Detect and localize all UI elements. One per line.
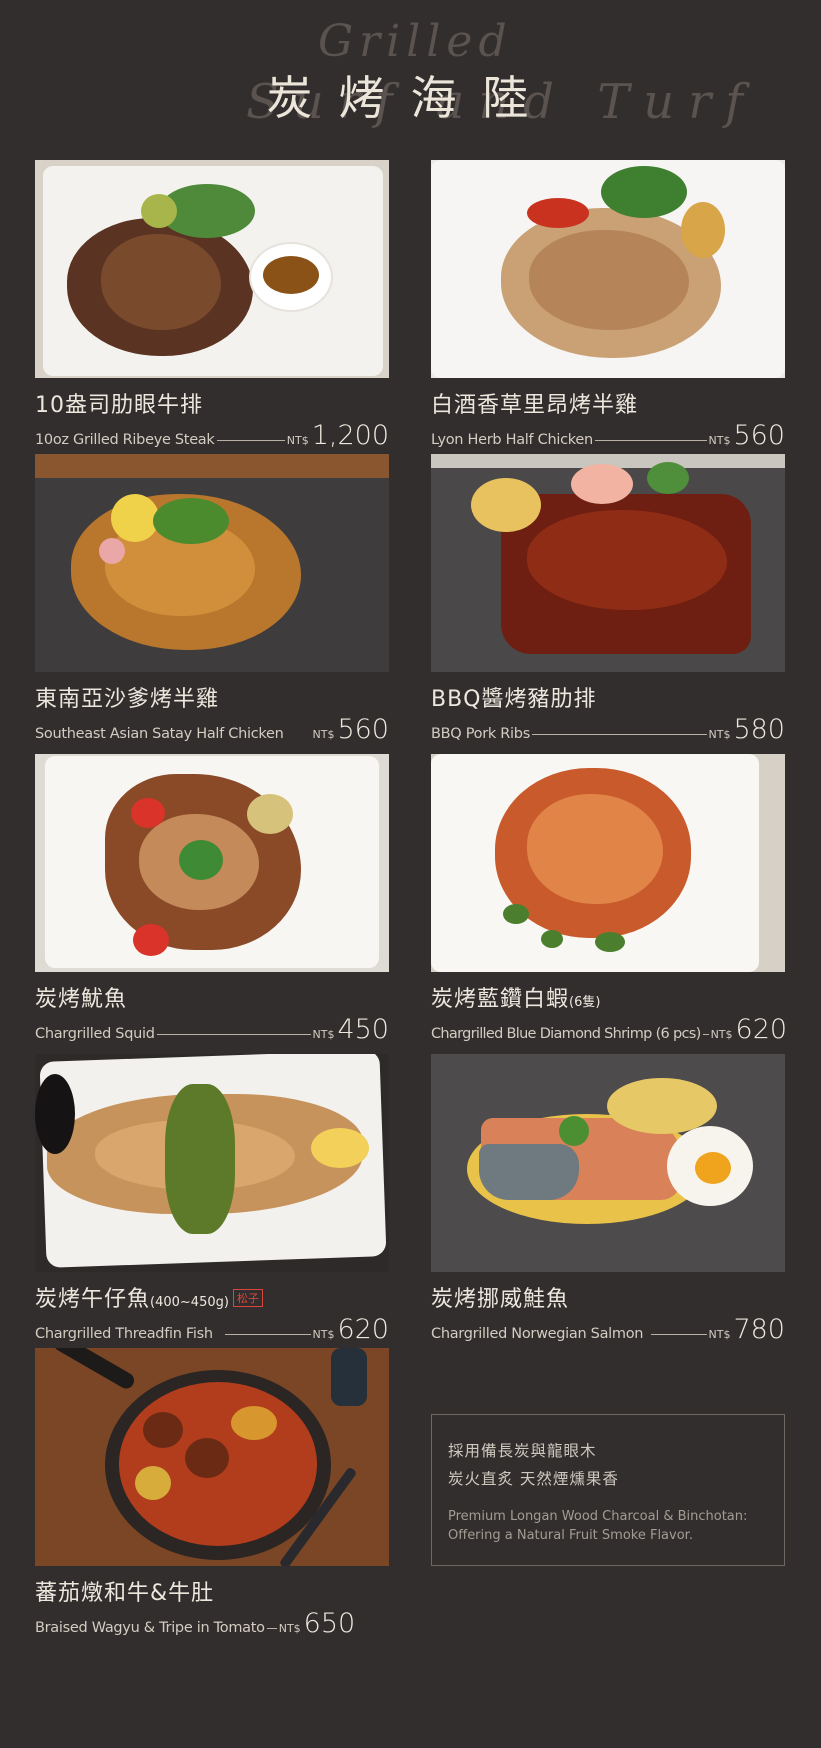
braised-wagyu-tripe-photo [35, 1348, 389, 1566]
item-name-en: BBQ Pork Ribs [431, 726, 530, 742]
item-price: 560 [733, 420, 785, 451]
info-zh-line-1: 採用備長炭與龍眼木 [448, 1442, 597, 1460]
item-name-en: Chargrilled Blue Diamond Shrimp (6 pcs) [431, 1026, 701, 1042]
item-name-en: Braised Wagyu & Tripe in Tomato [35, 1620, 265, 1636]
item-name-zh: 蕃茄燉和牛&牛肚 [35, 1581, 215, 1606]
chargrilled-squid-photo [35, 754, 389, 972]
currency-label: NT$ [708, 434, 731, 447]
item-name-zh: 白酒香草里昂烤半雞 [431, 393, 639, 418]
menu-item-ribeye: 10盎司肋眼牛排 10oz Grilled Ribeye Steak NT$ 1… [35, 160, 389, 451]
menu-item-bbq-ribs: BBQ醬烤豬肋排 BBQ Pork Ribs NT$ 580 [431, 454, 785, 745]
item-portion: (400~450g) [150, 1295, 229, 1310]
menu-item-threadfin: 炭烤午仔魚(400~450g) 松子 Chargrilled Threadfin … [35, 1054, 389, 1345]
item-name-en: 10oz Grilled Ribeye Steak [35, 432, 215, 448]
price-leader [531, 734, 707, 735]
item-name-zh: BBQ醬烤豬肋排 [431, 687, 597, 712]
page-title: 炭烤海陸 [266, 71, 555, 125]
info-en-line-1: Premium Longan Wood Charcoal & Binchotan… [448, 1509, 748, 1524]
satay-half-chicken-photo [35, 454, 389, 672]
item-price: 450 [337, 1014, 389, 1045]
item-name-en: Lyon Herb Half Chicken [431, 432, 593, 448]
item-name-zh-main: 炭烤藍鑽白蝦 [431, 987, 570, 1012]
price-leader [702, 1034, 709, 1035]
item-name-en: Southeast Asian Satay Half Chicken [35, 726, 284, 742]
item-name-zh-main: 炭烤午仔魚 [35, 1287, 151, 1312]
item-price: 580 [733, 714, 785, 745]
price-leader [156, 1034, 311, 1035]
herb-half-chicken-photo [431, 160, 785, 378]
item-name-en: Chargrilled Norwegian Salmon [431, 1326, 644, 1342]
charcoal-info-box: 採用備長炭與龍眼木 炭火直炙 天然煙燻果香 Premium Longan Woo… [431, 1414, 785, 1566]
currency-label: NT$ [708, 728, 731, 741]
info-en-line-2: Offering a Natural Fruit Smoke Flavor. [448, 1528, 693, 1543]
currency-label: NT$ [312, 1328, 335, 1341]
menu-header: Grilled Surf and Turf 炭烤海陸 [0, 0, 821, 160]
currency-label: NT$ [286, 434, 309, 447]
ribeye-steak-photo [35, 160, 389, 378]
menu-item-wagyu-tripe: 蕃茄燉和牛&牛肚 Braised Wagyu & Tripe in Tomato… [35, 1348, 389, 1639]
allergen-tag: 松子 [232, 1289, 263, 1307]
price-leader [594, 440, 707, 441]
item-name-zh: 炭烤挪威鮭魚 [431, 1287, 570, 1312]
currency-label: NT$ [312, 1028, 335, 1041]
item-price: 620 [735, 1014, 788, 1045]
item-price: 1,200 [311, 420, 389, 451]
bbq-pork-ribs-photo [431, 454, 785, 672]
item-portion: (6隻) [569, 995, 601, 1010]
item-price: 620 [337, 1314, 389, 1345]
menu-item-satay-chicken: 東南亞沙爹烤半雞 Southeast Asian Satay Half Chic… [35, 454, 389, 745]
currency-label: NT$ [312, 728, 335, 741]
item-name-zh: 炭烤午仔魚(400~450g) 松子 [35, 1281, 389, 1313]
info-zh-line-2: 炭火直炙 天然煙燻果香 [448, 1470, 619, 1488]
price-leader [216, 440, 285, 441]
item-name-zh: 東南亞沙爹烤半雞 [35, 687, 220, 712]
item-name-en: Chargrilled Threadfin Fish [35, 1326, 213, 1342]
menu-item-squid: 炭烤魷魚 Chargrilled Squid NT$ 450 [35, 754, 389, 1045]
currency-label: NT$ [708, 1328, 731, 1341]
threadfin-fish-photo [35, 1054, 389, 1272]
item-name-en: Chargrilled Squid [35, 1026, 155, 1042]
item-name-zh: 炭烤藍鑽白蝦(6隻) [431, 981, 785, 1013]
item-price: 780 [733, 1314, 785, 1345]
price-leader [266, 1628, 277, 1629]
item-name-zh: 10盎司肋眼牛排 [35, 393, 203, 418]
price-leader [224, 1334, 311, 1335]
blue-diamond-shrimp-photo [431, 754, 785, 972]
menu-item-shrimp: 炭烤藍鑽白蝦(6隻) Chargrilled Blue Diamond Shri… [431, 754, 788, 1045]
currency-label: NT$ [710, 1028, 733, 1041]
norwegian-salmon-photo [431, 1054, 785, 1272]
item-name-zh: 炭烤魷魚 [35, 987, 128, 1012]
item-price: 650 [303, 1608, 356, 1639]
script-word-grilled: Grilled [318, 16, 513, 67]
currency-label: NT$ [278, 1622, 301, 1635]
menu-item-herb-chicken: 白酒香草里昂烤半雞 Lyon Herb Half Chicken NT$ 560 [431, 160, 785, 451]
price-leader [651, 1334, 707, 1335]
item-price: 560 [337, 714, 389, 745]
menu-item-salmon: 炭烤挪威鮭魚 Chargrilled Norwegian Salmon NT$ … [431, 1054, 785, 1345]
info-en-text: Premium Longan Wood Charcoal & Binchotan… [448, 1507, 768, 1545]
